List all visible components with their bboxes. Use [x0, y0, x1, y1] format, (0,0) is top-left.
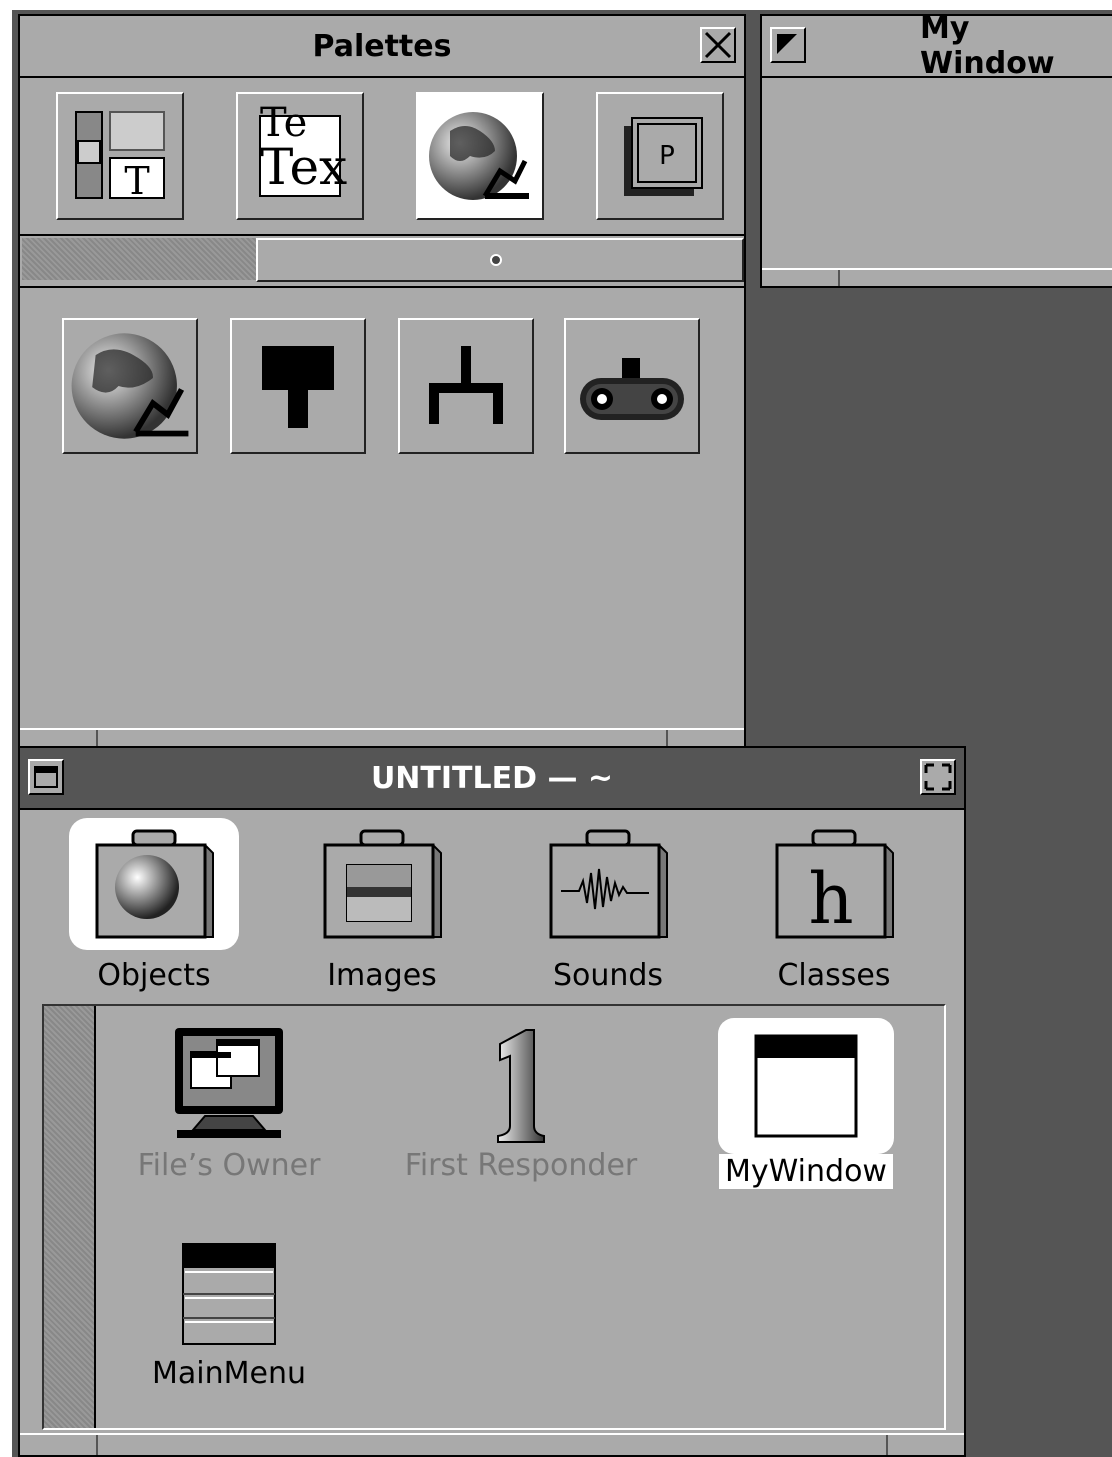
miniaturize-button[interactable]: [770, 27, 806, 63]
object-mainmenu[interactable]: MainMenu: [124, 1242, 334, 1391]
my-window: My Window: [760, 11, 1112, 288]
objects-pane: File’s Owner First Responder MyWindow Ma…: [42, 1004, 946, 1430]
category-label: Sounds: [552, 958, 664, 993]
fork-icon: [429, 346, 503, 424]
category-sounds[interactable]: Sounds: [518, 818, 698, 993]
close-icon: [704, 31, 732, 59]
palettes-resizebar[interactable]: [20, 728, 744, 746]
text-palette-icon: Te Tex: [259, 106, 347, 197]
category-label: Classes: [777, 958, 891, 993]
untitled-title: UNTITLED — ~: [370, 760, 614, 796]
number-one-icon: [497, 1029, 545, 1143]
scroller-knob-dimple: [490, 254, 502, 266]
svg-text:h: h: [808, 858, 853, 940]
palette-scroller[interactable]: [20, 236, 744, 288]
palettes-window: Palettes T Te Tex P: [18, 14, 746, 748]
tool-fork[interactable]: [398, 318, 534, 454]
computer-icon: [175, 1028, 283, 1138]
views-palette-button[interactable]: T: [56, 92, 184, 220]
tool-globe-robot[interactable]: [62, 318, 198, 454]
object-label: MyWindow: [719, 1154, 893, 1189]
object-first-responder[interactable]: First Responder: [396, 1026, 646, 1183]
category-images[interactable]: Images: [292, 818, 472, 993]
tool-tank-robot[interactable]: [564, 318, 700, 454]
palettes-title: Palettes: [312, 28, 452, 64]
miniaturize-button[interactable]: [28, 759, 64, 795]
svg-text:T: T: [124, 159, 149, 203]
untitled-titlebar[interactable]: UNTITLED — ~: [20, 748, 964, 810]
my-window-titlebar[interactable]: My Window: [762, 11, 1112, 81]
classes-suitcase-icon: h: [749, 818, 919, 950]
panel-palette-button[interactable]: P: [596, 92, 724, 220]
palettes-titlebar[interactable]: Palettes: [20, 16, 744, 78]
object-label: First Responder: [404, 1148, 638, 1183]
window-icon: [718, 1018, 894, 1154]
untitled-window: UNTITLED — ~ Objects Images Sounds h Cla…: [18, 746, 966, 1457]
vertical-scroller[interactable]: [44, 1006, 96, 1428]
svg-text:Tex: Tex: [260, 138, 347, 196]
object-mywindow[interactable]: MyWindow: [706, 1018, 906, 1189]
my-window-title: My Window: [920, 11, 1055, 81]
object-files-owner[interactable]: File’s Owner: [124, 1026, 334, 1183]
my-window-resizebar[interactable]: [762, 268, 1112, 286]
close-button[interactable]: [700, 27, 736, 63]
menu-icon: [182, 1243, 276, 1345]
tank-robot-icon: [580, 358, 684, 420]
category-classes[interactable]: h Classes: [744, 818, 924, 993]
web-objects-palette-button[interactable]: [416, 92, 544, 220]
resize-button[interactable]: [920, 759, 956, 795]
images-suitcase-icon: [297, 818, 467, 950]
category-objects[interactable]: Objects: [64, 818, 244, 993]
untitled-resizebar[interactable]: [20, 1433, 964, 1455]
object-label: MainMenu: [152, 1356, 306, 1391]
minimize-window-icon: [34, 766, 58, 788]
text-palette-button[interactable]: Te Tex: [236, 92, 364, 220]
expand-icon: [924, 763, 952, 791]
tool-hammer[interactable]: [230, 318, 366, 454]
svg-text:P: P: [659, 141, 675, 171]
panel-palette-icon: P: [624, 117, 703, 196]
scroller-trough: [22, 238, 256, 280]
category-label: Images: [327, 958, 437, 993]
category-label: Objects: [97, 958, 211, 993]
object-label: File’s Owner: [137, 1148, 321, 1183]
web-objects-palette-icon: [429, 112, 529, 200]
views-palette-icon: T: [75, 111, 165, 203]
hammer-icon: [262, 346, 334, 428]
objects-suitcase-icon: [69, 818, 239, 950]
sounds-suitcase-icon: [523, 818, 693, 950]
miniaturize-icon: [777, 34, 797, 54]
palette-selector-row: T Te Tex P: [20, 76, 744, 236]
scroller-knob[interactable]: [256, 238, 744, 282]
globe-robot-icon: [71, 333, 189, 439]
